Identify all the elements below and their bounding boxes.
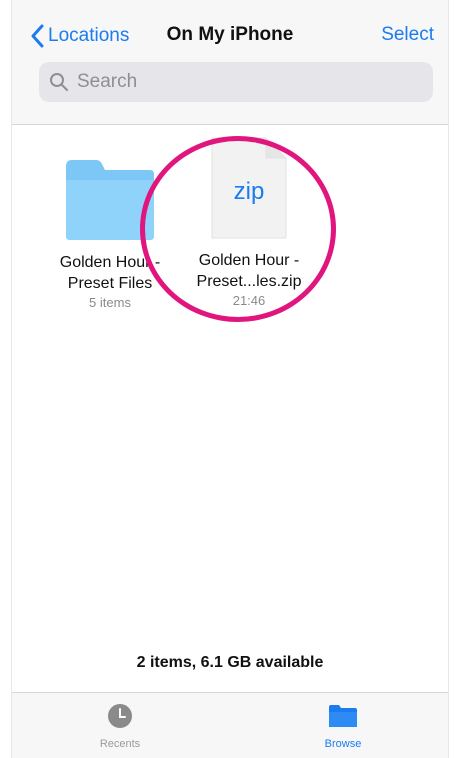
select-button[interactable]: Select xyxy=(381,24,434,46)
files-app-screen: Locations On My iPhone Select Golden Hou… xyxy=(11,0,449,758)
file-name-line2: Preset Files xyxy=(67,275,153,292)
zip-file-icon: zip xyxy=(210,136,288,240)
folder-icon xyxy=(66,160,154,240)
file-name-line2: Preset...les.zip xyxy=(196,273,302,290)
search-bar[interactable] xyxy=(39,62,433,102)
clock-icon xyxy=(108,704,132,728)
navigation-header: Locations On My iPhone Select xyxy=(12,0,448,125)
tab-browse[interactable]: Browse xyxy=(298,703,388,750)
tab-label: Browse xyxy=(324,738,362,750)
tab-bar: Recents Browse xyxy=(12,692,448,758)
storage-status: 2 items, 6.1 GB available xyxy=(136,654,324,671)
file-name-line1: Golden Hour - xyxy=(198,252,300,269)
tab-recents[interactable]: Recents xyxy=(75,703,165,750)
file-item-folder[interactable]: Golden Hour - Preset Files 5 items xyxy=(36,156,184,312)
tab-label: Recents xyxy=(99,738,141,750)
file-item-zip[interactable]: zip Golden Hour - Preset...les.zip 21:46 xyxy=(174,136,324,310)
search-input[interactable] xyxy=(75,70,419,94)
zip-badge: zip xyxy=(233,178,265,205)
search-icon xyxy=(49,72,69,92)
file-meta: 5 items xyxy=(89,295,131,310)
folder-icon xyxy=(329,705,357,727)
file-meta: 21:46 xyxy=(232,293,266,308)
file-name-line1: Golden Hour - xyxy=(59,254,161,271)
